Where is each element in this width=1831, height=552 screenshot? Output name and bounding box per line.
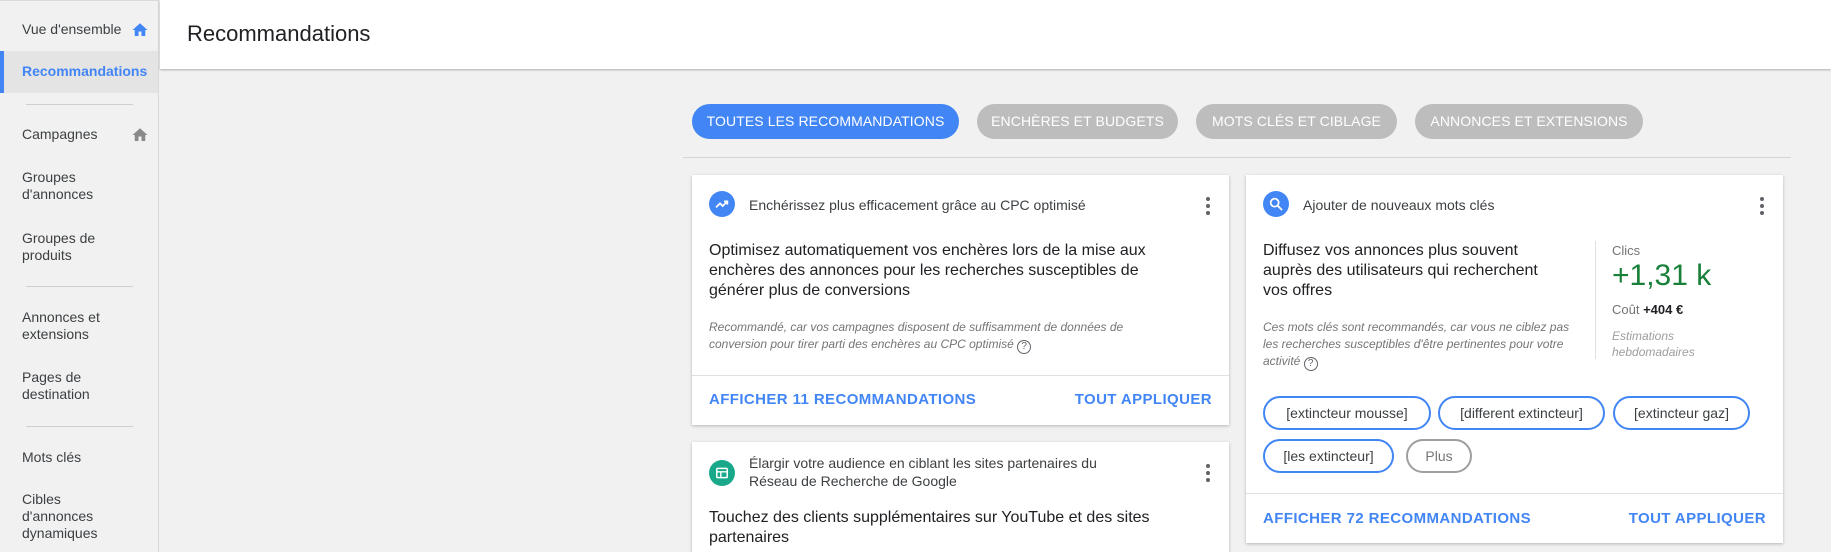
sidebar-divider [26, 286, 133, 287]
card-heading: Ajouter de nouveaux mots clés [1303, 197, 1495, 213]
card-title: Touchez des clients supplémentaires sur … [709, 509, 1150, 546]
search-icon [1263, 191, 1289, 217]
keyword-chip[interactable]: [extincteur gaz] [1613, 396, 1750, 430]
sidebar-item-label: Annonces et extensions [22, 309, 100, 342]
trending-up-icon [709, 191, 735, 217]
more-options-icon[interactable] [1205, 195, 1211, 215]
card-heading: Élargir votre audience en ciblant les si… [749, 455, 1097, 489]
page-header: Recommandations [160, 0, 1831, 69]
view-recommendations-button[interactable]: AFFICHER 11 RECOMMANDATIONS [709, 391, 976, 408]
sidebar-divider [26, 426, 133, 427]
sidebar-item-label: Pages de destination [22, 369, 90, 402]
sidebar-divider [26, 104, 133, 105]
clicks-label: Clics [1612, 243, 1641, 258]
sidebar-item-landing-pages[interactable]: Pages de destination [0, 369, 110, 403]
card-title: Diffusez vos annonces plus souvent auprè… [1263, 242, 1538, 299]
recommendation-card-cpc: Enchérissez plus efficacement grâce au C… [692, 175, 1229, 425]
cost-label: Coût [1612, 302, 1640, 317]
recommendation-card-search-partners: Élargir votre audience en ciblant les si… [692, 442, 1229, 552]
card-note-text: Recommandé, car vos campagnes disposent … [709, 320, 1124, 351]
sidebar-item-ad-groups[interactable]: Groupes d'annonces [0, 169, 110, 203]
sidebar-item-campaigns[interactable]: Campagnes [0, 126, 158, 143]
more-keywords-button[interactable]: Plus [1406, 439, 1472, 473]
sidebar-item-label: Vue d'ensemble [22, 21, 122, 37]
estimate-note: Estimations hebdomadaires [1612, 329, 1695, 359]
keyword-chip[interactable]: [les extincteur] [1263, 439, 1394, 473]
cost-row: Coût +404 € [1612, 302, 1683, 317]
sidebar-item-label: Cibles d'annonces dynamiques [22, 491, 98, 541]
home-icon [132, 22, 148, 36]
card-note: Ces mots clés sont recommandés, car vous… [1263, 319, 1583, 371]
sidebar-item-recommendations[interactable]: Recommandations [0, 51, 158, 93]
filter-keywords-targeting[interactable]: MOTS CLÉS ET CIBLAGE [1196, 104, 1397, 139]
web-icon [709, 460, 735, 486]
sidebar-item-product-groups[interactable]: Groupes de produits [0, 230, 110, 264]
filter-divider [683, 157, 1791, 158]
sidebar-item-label: Campagnes [22, 126, 98, 142]
help-icon[interactable]: ? [1017, 340, 1032, 354]
keyword-chip[interactable]: [different extincteur] [1438, 396, 1605, 430]
sidebar-item-label: Recommandations [22, 63, 148, 79]
help-icon[interactable]: ? [1303, 357, 1318, 371]
sidebar-item-label: Mots clés [22, 449, 82, 465]
more-options-icon[interactable] [1759, 195, 1765, 215]
card-divider [692, 375, 1229, 376]
filter-ads-extensions[interactable]: ANNONCES ET EXTENSIONS [1415, 104, 1643, 139]
cost-value: +404 € [1643, 302, 1684, 317]
card-note: Recommandé, car vos campagnes disposent … [709, 319, 1184, 354]
sidebar-item-overview[interactable]: Vue d'ensemble [0, 21, 158, 38]
page-title: Recommandations [187, 21, 371, 46]
card-title: Optimisez automatiquement vos enchères l… [709, 242, 1146, 299]
view-recommendations-button[interactable]: AFFICHER 72 RECOMMANDATIONS [1263, 510, 1531, 527]
filter-bids-budgets[interactable]: ENCHÈRES ET BUDGETS [977, 104, 1178, 139]
clicks-value: +1,31 k [1612, 259, 1712, 292]
sidebar-item-ads-extensions[interactable]: Annonces et extensions [0, 309, 120, 343]
sidebar: Vue d'ensemble Recommandations Campagnes… [0, 0, 159, 552]
sidebar-item-label: Groupes de produits [22, 230, 96, 263]
apply-all-button[interactable]: TOUT APPLIQUER [1629, 510, 1766, 527]
sidebar-item-dynamic-ad-targets[interactable]: Cibles d'annonces dynamiques [0, 491, 100, 542]
card-divider [1246, 493, 1783, 494]
card-heading: Enchérissez plus efficacement grâce au C… [749, 197, 1086, 213]
more-options-icon[interactable] [1205, 462, 1211, 482]
keyword-chip[interactable]: [extincteur mousse] [1263, 396, 1431, 430]
sidebar-item-keywords[interactable]: Mots clés [0, 449, 158, 466]
sidebar-item-label: Groupes d'annonces [22, 169, 94, 202]
apply-all-button[interactable]: TOUT APPLIQUER [1075, 391, 1212, 408]
home-icon [132, 127, 148, 141]
filter-all-recommendations[interactable]: TOUTES LES RECOMMANDATIONS [692, 104, 959, 139]
stats-divider [1595, 241, 1596, 359]
recommendation-card-keywords: Ajouter de nouveaux mots clés Diffusez v… [1246, 175, 1783, 543]
